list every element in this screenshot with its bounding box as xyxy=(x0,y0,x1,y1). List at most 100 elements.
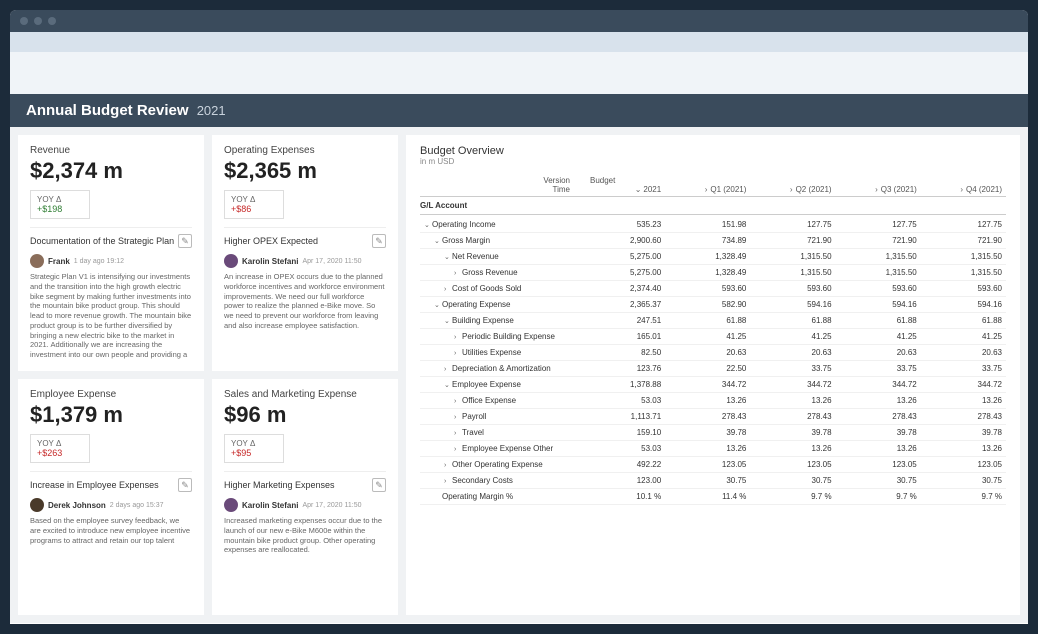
cell-value: 1,113.71 xyxy=(580,409,665,425)
cell-value: 22.50 xyxy=(665,361,750,377)
table-row[interactable]: ⌄Operating Income535.23151.98127.75127.7… xyxy=(420,217,1006,233)
comment-icon[interactable]: ✎ xyxy=(178,478,192,492)
cell-value: 61.88 xyxy=(665,313,750,329)
cell-value: 734.89 xyxy=(665,233,750,249)
kpi-label: Revenue xyxy=(30,145,192,156)
row-name: ›Periodic Building Expense xyxy=(420,329,580,345)
kpi-card: Revenue $2,374 m YOY Δ +$198 Documentati… xyxy=(18,135,204,371)
comment-icon[interactable]: ✎ xyxy=(178,234,192,248)
cell-value: 278.43 xyxy=(836,409,921,425)
col-q3[interactable]: Q3 (2021) xyxy=(836,185,921,197)
author-name: Frank xyxy=(48,257,70,266)
yoy-box[interactable]: YOY Δ +$95 xyxy=(224,434,284,463)
cell-value: 20.63 xyxy=(836,345,921,361)
author-name: Karolin Stefani xyxy=(242,257,298,266)
kpi-card: Employee Expense $1,379 m YOY Δ +$263 In… xyxy=(18,379,204,615)
table-row[interactable]: ›Travel159.1039.7839.7839.7839.78 xyxy=(420,425,1006,441)
col-q2[interactable]: Q2 (2021) xyxy=(750,185,835,197)
kpi-value: $96 m xyxy=(224,402,386,428)
comment-icon[interactable]: ✎ xyxy=(372,234,386,248)
table-row[interactable]: ›Gross Revenue5,275.001,328.491,315.501,… xyxy=(420,265,1006,281)
row-name: ›Other Operating Expense xyxy=(420,457,580,473)
yoy-box[interactable]: YOY Δ +$86 xyxy=(224,190,284,219)
window-dot[interactable] xyxy=(34,17,42,25)
page-title-year: 2021 xyxy=(197,103,226,118)
comment-icon[interactable]: ✎ xyxy=(372,478,386,492)
cell-value: 1,315.50 xyxy=(921,249,1006,265)
table-row[interactable]: ›Employee Expense Other53.0313.2613.2613… xyxy=(420,441,1006,457)
cell-value: 151.98 xyxy=(665,217,750,233)
kpi-value: $2,374 m xyxy=(30,158,192,184)
window-dot[interactable] xyxy=(48,17,56,25)
gl-account-label: G/L Account xyxy=(420,197,1006,215)
cell-value: 344.72 xyxy=(665,377,750,393)
author-time: 1 day ago 19:12 xyxy=(74,258,124,265)
cell-value: 127.75 xyxy=(921,217,1006,233)
cell-value: 20.63 xyxy=(750,345,835,361)
page-title: Annual Budget Review xyxy=(26,102,189,119)
yoy-label: YOY Δ xyxy=(231,195,277,204)
overview-title: Budget Overview xyxy=(420,145,1006,157)
cell-value: 1,315.50 xyxy=(750,265,835,281)
cell-value: 721.90 xyxy=(921,233,1006,249)
table-row[interactable]: ⌄Employee Expense1,378.88344.72344.72344… xyxy=(420,377,1006,393)
cell-value: 247.51 xyxy=(580,313,665,329)
cell-value: 9.7 % xyxy=(836,489,921,505)
cell-value: 594.16 xyxy=(750,297,835,313)
note-body: Strategic Plan V1 is intensifying our in… xyxy=(30,272,192,361)
table-row[interactable]: ⌄Net Revenue5,275.001,328.491,315.501,31… xyxy=(420,249,1006,265)
cell-value: 5,275.00 xyxy=(580,265,665,281)
yoy-box[interactable]: YOY Δ +$198 xyxy=(30,190,90,219)
cell-value: 39.78 xyxy=(665,425,750,441)
table-row[interactable]: ›Periodic Building Expense165.0141.2541.… xyxy=(420,329,1006,345)
table-row[interactable]: ›Utilities Expense82.5020.6320.6320.6320… xyxy=(420,345,1006,361)
cell-value: 594.16 xyxy=(836,297,921,313)
table-row[interactable]: ⌄Gross Margin2,900.60734.89721.90721.907… xyxy=(420,233,1006,249)
col-q4[interactable]: Q4 (2021) xyxy=(921,185,1006,197)
note-body: Increased marketing expenses occur due t… xyxy=(224,516,386,605)
col-q1[interactable]: Q1 (2021) xyxy=(665,185,750,197)
table-row[interactable]: ⌄Building Expense247.5161.8861.8861.8861… xyxy=(420,313,1006,329)
cell-value: 344.72 xyxy=(921,377,1006,393)
cell-value: 13.26 xyxy=(665,441,750,457)
cell-value: 13.26 xyxy=(836,441,921,457)
cell-value: 41.25 xyxy=(836,329,921,345)
table-row[interactable]: Operating Margin %10.1 %11.4 %9.7 %9.7 %… xyxy=(420,489,1006,505)
yoy-box[interactable]: YOY Δ +$263 xyxy=(30,434,90,463)
table-row[interactable]: ›Other Operating Expense492.22123.05123.… xyxy=(420,457,1006,473)
author-name: Karolin Stefani xyxy=(242,501,298,510)
table-row[interactable]: ›Office Expense53.0313.2613.2613.2613.26 xyxy=(420,393,1006,409)
cell-value: 30.75 xyxy=(921,473,1006,489)
budget-table: ⌄Operating Income535.23151.98127.75127.7… xyxy=(420,217,1006,505)
cell-value: 41.25 xyxy=(921,329,1006,345)
avatar xyxy=(224,498,238,512)
table-row[interactable]: ›Secondary Costs123.0030.7530.7530.7530.… xyxy=(420,473,1006,489)
cell-value: 1,328.49 xyxy=(665,265,750,281)
yoy-label: YOY Δ xyxy=(37,195,83,204)
cell-value: 123.05 xyxy=(836,457,921,473)
table-row[interactable]: ⌄Operating Expense2,365.37582.90594.1659… xyxy=(420,297,1006,313)
avatar xyxy=(30,498,44,512)
table-row[interactable]: ›Depreciation & Amortization123.7622.503… xyxy=(420,361,1006,377)
kpi-card: Operating Expenses $2,365 m YOY Δ +$86 H… xyxy=(212,135,398,371)
row-name: ›Cost of Goods Sold xyxy=(420,281,580,297)
kpi-label: Employee Expense xyxy=(30,389,192,400)
cell-value: 123.05 xyxy=(921,457,1006,473)
cell-value: 721.90 xyxy=(836,233,921,249)
cell-value: 593.60 xyxy=(665,281,750,297)
yoy-delta: +$263 xyxy=(37,448,83,458)
page-title-bar: Annual Budget Review 2021 xyxy=(10,94,1028,127)
col-year[interactable]: 2021 xyxy=(580,185,665,197)
row-name: ⌄Operating Expense xyxy=(420,297,580,313)
yoy-label: YOY Δ xyxy=(231,439,277,448)
table-row[interactable]: ›Payroll1,113.71278.43278.43278.43278.43 xyxy=(420,409,1006,425)
table-row[interactable]: ›Cost of Goods Sold2,374.40593.60593.605… xyxy=(420,281,1006,297)
row-name: Operating Margin % xyxy=(420,489,580,505)
cell-value: 61.88 xyxy=(921,313,1006,329)
cell-value: 594.16 xyxy=(921,297,1006,313)
app-header-light xyxy=(10,32,1028,52)
cell-value: 127.75 xyxy=(836,217,921,233)
row-name: ›Employee Expense Other xyxy=(420,441,580,457)
note-title: Documentation of the Strategic Plan xyxy=(30,236,174,246)
window-dot[interactable] xyxy=(20,17,28,25)
